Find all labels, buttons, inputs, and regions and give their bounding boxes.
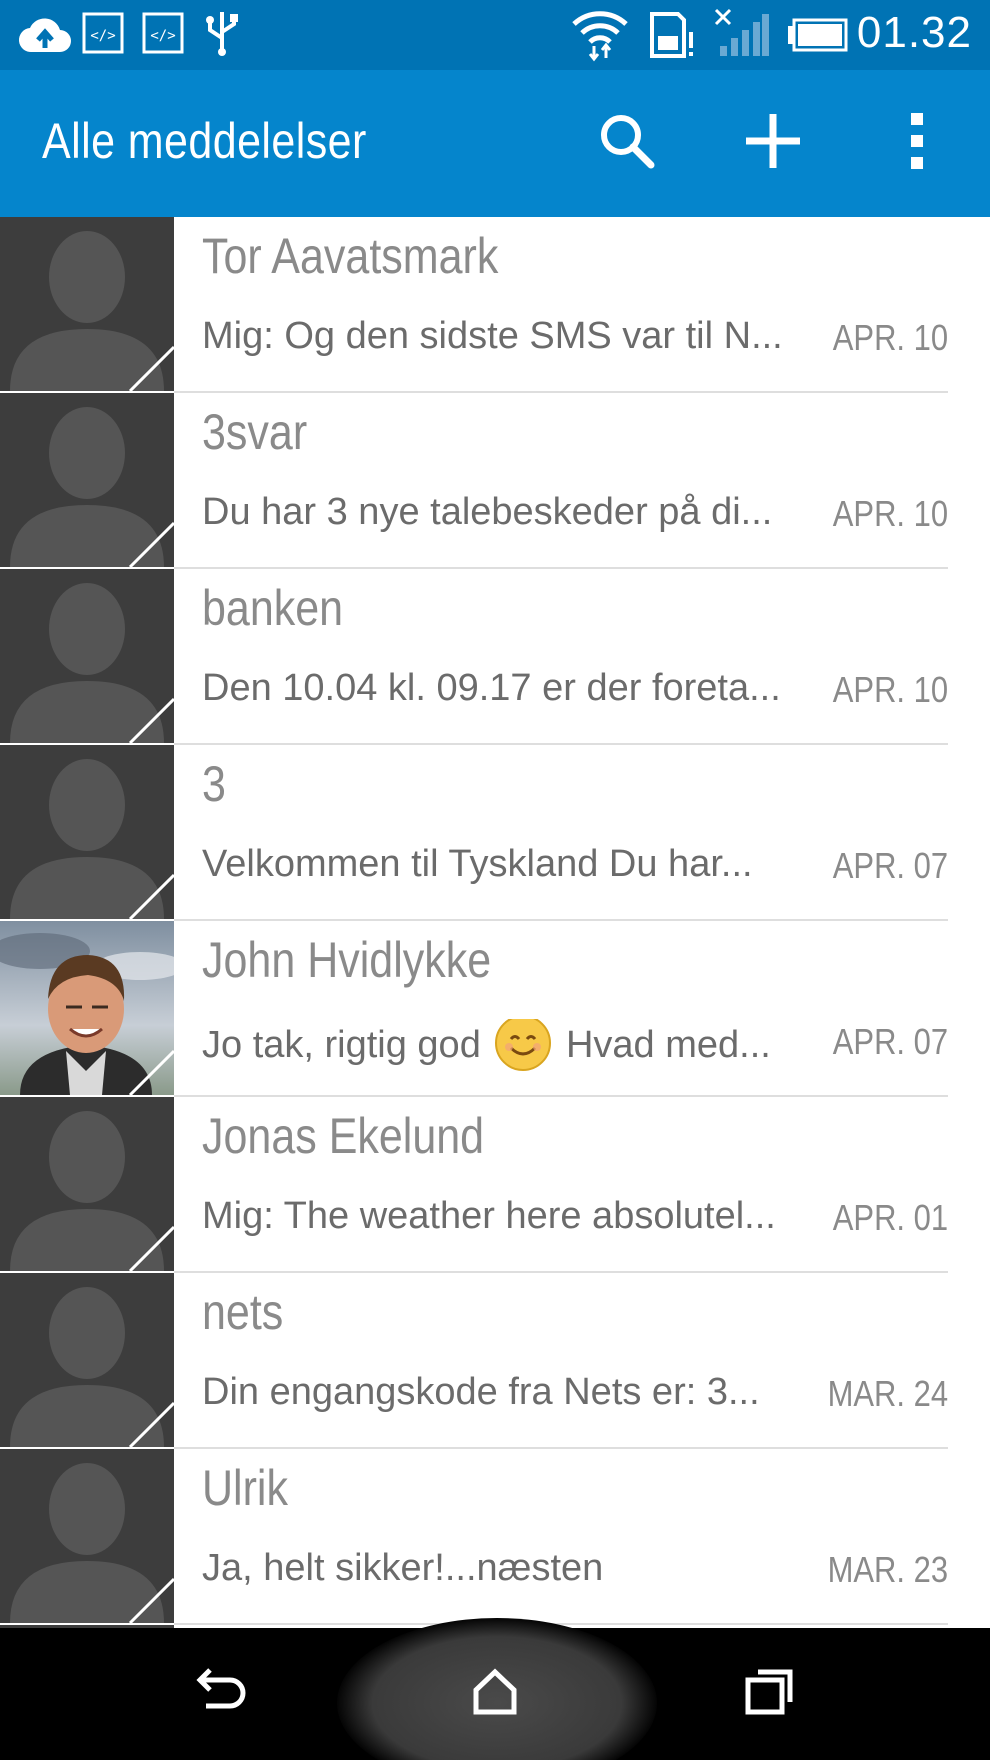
avatar[interactable]	[0, 1097, 174, 1271]
avatar[interactable]	[0, 393, 174, 567]
conversation-item[interactable]: John Hvidlykke Jo tak, rigtig god Hvad m…	[0, 921, 990, 1097]
message-snippet: Mig: Og den sidste SMS var til N...	[202, 315, 783, 357]
message-date: MAR. 23	[827, 1549, 948, 1590]
person-placeholder-icon	[0, 745, 174, 919]
navigation-bar	[0, 1618, 990, 1760]
contact-name: John Hvidlykke	[202, 932, 492, 988]
home-button[interactable]	[455, 1658, 535, 1728]
snippet-text: Hvad med...	[565, 1024, 771, 1067]
message-snippet: Jo tak, rigtig god Hvad med...	[202, 1019, 802, 1075]
message-snippet: Den 10.04 kl. 09.17 er der foreta...	[202, 667, 781, 709]
message-date: APR. 07	[832, 845, 948, 886]
search-icon	[597, 111, 657, 176]
add-icon	[742, 110, 804, 177]
cloud-upload-icon	[18, 14, 72, 59]
message-date: APR. 10	[832, 493, 948, 534]
message-snippet: Velkommen til Tyskland Du har...	[202, 843, 753, 885]
contact-name: 3	[202, 756, 226, 812]
contact-photo	[0, 921, 174, 1095]
person-placeholder-icon	[0, 1273, 174, 1447]
recent-apps-button[interactable]	[730, 1658, 810, 1728]
avatar[interactable]	[0, 1449, 174, 1623]
overflow-menu-button[interactable]	[872, 98, 962, 188]
conversation-item[interactable]: Ulrik Ja, helt sikker!...næsten MAR. 23	[0, 1449, 990, 1625]
signal-no-service-icon	[714, 8, 770, 63]
message-date: APR. 01	[832, 1197, 948, 1238]
sim-alert-icon	[646, 10, 696, 65]
status-bar: </> </> 01.32	[0, 0, 990, 70]
avatar[interactable]	[0, 1273, 174, 1447]
svg-text:</>: </>	[150, 28, 175, 44]
recent-apps-icon	[744, 1666, 796, 1721]
message-snippet: Ja, helt sikker!...næsten	[202, 1547, 604, 1589]
contact-name: 3svar	[202, 404, 308, 460]
back-button[interactable]	[180, 1658, 260, 1728]
conversation-item[interactable]: nets Din engangskode fra Nets er: 3... M…	[0, 1273, 990, 1449]
contact-name: banken	[202, 580, 344, 636]
page-title: Alle meddelelser	[42, 113, 367, 169]
code-icon: </>	[142, 12, 184, 59]
back-icon	[192, 1666, 248, 1721]
conversation-item[interactable]: banken Den 10.04 kl. 09.17 er der foreta…	[0, 569, 990, 745]
code-icon: </>	[82, 12, 124, 59]
contact-name: Jonas Ekelund	[202, 1108, 485, 1164]
avatar[interactable]	[0, 921, 174, 1095]
message-snippet: Mig: The weather here absolutel...	[202, 1195, 776, 1237]
home-icon	[470, 1666, 520, 1721]
conversation-list: Tor Aavatsmark Mig: Og den sidste SMS va…	[0, 217, 990, 1628]
contact-name: Tor Aavatsmark	[202, 228, 499, 284]
person-placeholder-icon	[0, 393, 174, 567]
person-placeholder-icon	[0, 569, 174, 743]
conversation-item[interactable]: Jonas Ekelund Mig: The weather here abso…	[0, 1097, 990, 1273]
message-snippet: Du har 3 nye talebeskeder på di...	[202, 491, 773, 533]
person-placeholder-icon	[0, 1097, 174, 1271]
svg-text:</>: </>	[90, 28, 115, 44]
overflow-menu-icon	[907, 111, 927, 176]
app-bar: Alle meddelelser	[0, 70, 990, 217]
person-placeholder-icon	[0, 217, 174, 391]
avatar[interactable]	[0, 745, 174, 919]
message-date: APR. 07	[832, 1021, 948, 1062]
avatar[interactable]	[0, 217, 174, 391]
conversation-item[interactable]: Tor Aavatsmark Mig: Og den sidste SMS va…	[0, 217, 990, 393]
message-date: MAR. 24	[827, 1373, 948, 1414]
search-button[interactable]	[582, 98, 672, 188]
message-date: APR. 10	[832, 669, 948, 710]
person-placeholder-icon	[0, 1449, 174, 1623]
snippet-text: Jo tak, rigtig god	[202, 1024, 481, 1067]
contact-name: Ulrik	[202, 1460, 288, 1516]
smiley-emoji-icon	[495, 1019, 552, 1071]
usb-icon	[200, 8, 244, 63]
conversation-item[interactable]: 3 Velkommen til Tyskland Du har... APR. …	[0, 745, 990, 921]
conversation-item[interactable]: 3svar Du har 3 nye talebeskeder på di...…	[0, 393, 990, 569]
wifi-icon	[570, 6, 630, 67]
contact-name: nets	[202, 1284, 284, 1340]
message-snippet: Din engangskode fra Nets er: 3...	[202, 1371, 760, 1413]
avatar[interactable]	[0, 569, 174, 743]
new-message-button[interactable]	[728, 98, 818, 188]
status-time: 01.32	[856, 8, 972, 57]
message-date: APR. 10	[832, 317, 948, 358]
battery-full-icon	[786, 18, 848, 57]
